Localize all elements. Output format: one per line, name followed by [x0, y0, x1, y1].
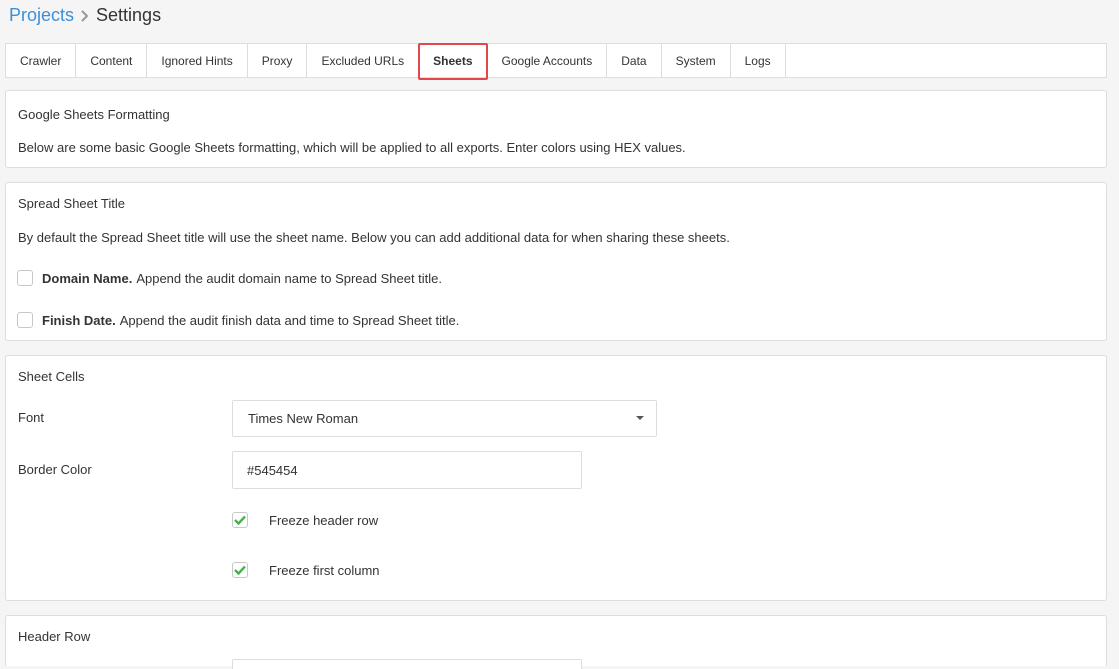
tab-proxy[interactable]: Proxy [248, 44, 308, 77]
tab-content[interactable]: Content [76, 44, 148, 77]
font-label: Font [18, 410, 45, 425]
sheet-cells-title: Sheet Cells [18, 369, 85, 384]
font-select[interactable]: Times New Roman [232, 400, 657, 437]
finish-date-text: Append the audit finish data and time to… [119, 312, 460, 328]
tab-sheets[interactable]: Sheets [418, 43, 488, 80]
freeze-column-option[interactable]: Freeze first column [232, 562, 380, 578]
header-row-panel: Header Row [5, 615, 1107, 669]
tab-crawler[interactable]: Crawler [6, 44, 77, 77]
chevron-right-icon [74, 5, 96, 26]
spreadsheet-title-panel: Spread Sheet Title By default the Spread… [5, 182, 1107, 341]
spreadsheet-title-heading: Spread Sheet Title [18, 196, 125, 211]
header-row-title: Header Row [18, 629, 91, 644]
sheet-cells-panel: Sheet Cells Font Times New Roman Border … [5, 355, 1107, 601]
formatting-panel: Google Sheets Formatting Below are some … [5, 90, 1107, 168]
font-select-value: Times New Roman [248, 411, 359, 426]
freeze-header-option[interactable]: Freeze header row [232, 512, 378, 528]
freeze-header-label: Freeze header row [269, 512, 379, 528]
breadcrumb: Projects Settings [9, 2, 161, 28]
spreadsheet-title-description: By default the Spread Sheet title will u… [18, 230, 730, 245]
domain-name-text: Append the audit domain name to Spread S… [136, 270, 443, 286]
border-color-label: Border Color [18, 462, 92, 477]
domain-name-label: Domain Name. [42, 270, 133, 286]
finish-date-option[interactable]: Finish Date. Append the audit finish dat… [17, 312, 459, 328]
tab-logs[interactable]: Logs [731, 44, 786, 77]
formatting-title: Google Sheets Formatting [18, 107, 170, 122]
tab-excluded-urls[interactable]: Excluded URLs [307, 44, 420, 77]
breadcrumb-projects-link[interactable]: Projects [9, 5, 74, 26]
finish-date-checkbox[interactable] [17, 312, 33, 328]
freeze-column-checkbox[interactable] [232, 562, 248, 578]
page-title: Settings [96, 4, 162, 25]
checkmark-icon [234, 565, 246, 575]
border-color-input[interactable] [232, 451, 582, 489]
tab-data[interactable]: Data [607, 44, 662, 77]
domain-name-option[interactable]: Domain Name. Append the audit domain nam… [17, 270, 442, 286]
tab-system[interactable]: System [662, 44, 731, 77]
header-row-input[interactable] [232, 659, 582, 669]
caret-down-icon [636, 416, 644, 420]
tab-google-accounts[interactable]: Google Accounts [488, 44, 608, 77]
freeze-column-label: Freeze first column [269, 562, 380, 578]
formatting-description: Below are some basic Google Sheets forma… [18, 140, 686, 155]
tab-ignored-hints[interactable]: Ignored Hints [147, 44, 248, 77]
freeze-header-checkbox[interactable] [232, 512, 248, 528]
checkmark-icon [234, 515, 246, 525]
settings-tabs: Crawler Content Ignored Hints Proxy Excl… [5, 43, 1107, 80]
domain-name-checkbox[interactable] [17, 270, 33, 286]
finish-date-label: Finish Date. [42, 312, 116, 328]
